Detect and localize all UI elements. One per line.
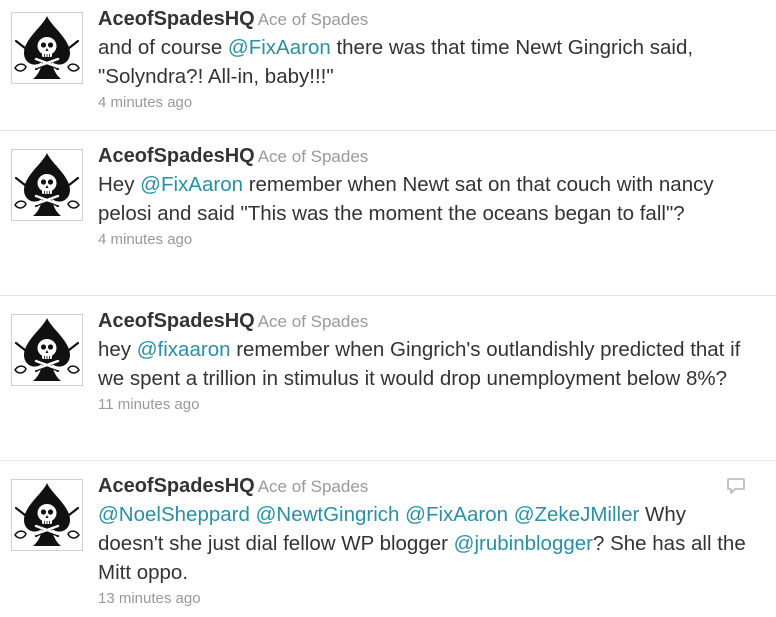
mention-link[interactable]: @NewtGingrich — [256, 503, 400, 526]
tweet-text: @NoelSheppard @NewtGingrich @FixAaron @Z… — [98, 500, 756, 587]
tweet-text: and of course @FixAaron there was that t… — [98, 33, 756, 91]
timestamp-link[interactable]: 4 minutes ago — [98, 230, 756, 250]
ace-of-spades-skull-icon — [12, 150, 82, 220]
full-name: Ace of Spades — [257, 312, 369, 331]
tweet-text: Hey @FixAaron remember when Newt sat on … — [98, 170, 756, 228]
tweet-header: AceofSpadesHQ Ace of Spades — [98, 6, 756, 32]
tweet-text: hey @fixaaron remember when Gingrich's o… — [98, 335, 756, 393]
mention-link[interactable]: @FixAaron — [228, 36, 331, 59]
tweet-header: AceofSpadesHQ Ace of Spades — [98, 308, 756, 334]
ace-of-spades-skull-icon — [12, 315, 82, 385]
tweet-header: AceofSpadesHQ Ace of Spades — [98, 473, 756, 499]
full-name: Ace of Spades — [257, 10, 369, 29]
tweet-content: AceofSpadesHQ Ace of Spades and of course … — [98, 6, 756, 113]
tweet[interactable]: AceofSpadesHQ Ace of Spades hey @fixaaron … — [0, 296, 776, 461]
mention-link[interactable]: @FixAaron — [140, 173, 243, 196]
screen-name-link[interactable]: AceofSpadesHQ — [98, 145, 255, 167]
mention-link[interactable]: @fixaaron — [137, 338, 231, 361]
full-name: Ace of Spades — [257, 147, 369, 166]
avatar[interactable] — [11, 12, 83, 84]
mention-link[interactable]: @jrubinblogger — [454, 532, 593, 555]
tweet-text-segment: and of course — [98, 36, 228, 59]
mention-link[interactable]: @NoelSheppard — [98, 503, 250, 526]
tweet[interactable]: AceofSpadesHQ Ace of Spades @NoelSheppard … — [0, 461, 776, 617]
screen-name-link[interactable]: AceofSpadesHQ — [98, 310, 255, 332]
avatar[interactable] — [11, 314, 83, 386]
tweet-content: AceofSpadesHQ Ace of Spades hey @fixaaron … — [98, 308, 756, 415]
ace-of-spades-skull-icon — [12, 13, 82, 83]
avatar[interactable] — [11, 479, 83, 551]
tweet[interactable]: AceofSpadesHQ Ace of Spades and of course … — [0, 0, 776, 131]
timestamp-link[interactable]: 13 minutes ago — [98, 589, 756, 609]
mention-link[interactable]: @ZekeJMiller — [514, 503, 640, 526]
mention-link[interactable]: @FixAaron — [405, 503, 508, 526]
screen-name-link[interactable]: AceofSpadesHQ — [98, 475, 255, 497]
avatar[interactable] — [11, 149, 83, 221]
timestamp-link[interactable]: 11 minutes ago — [98, 395, 756, 415]
tweet-header: AceofSpadesHQ Ace of Spades — [98, 143, 756, 169]
screen-name-link[interactable]: AceofSpadesHQ — [98, 8, 255, 30]
timestamp-link[interactable]: 4 minutes ago — [98, 93, 756, 113]
tweet-content: AceofSpadesHQ Ace of Spades Hey @FixAaron … — [98, 143, 756, 250]
tweet-timeline: AceofSpadesHQ Ace of Spades and of course … — [0, 0, 776, 617]
reply-icon[interactable] — [726, 477, 746, 495]
ace-of-spades-skull-icon — [12, 480, 82, 550]
tweet[interactable]: AceofSpadesHQ Ace of Spades Hey @FixAaron … — [0, 131, 776, 296]
full-name: Ace of Spades — [257, 477, 369, 496]
tweet-content: AceofSpadesHQ Ace of Spades @NoelSheppard … — [98, 473, 756, 609]
tweet-text-segment: hey — [98, 338, 137, 361]
tweet-text-segment: Hey — [98, 173, 141, 196]
